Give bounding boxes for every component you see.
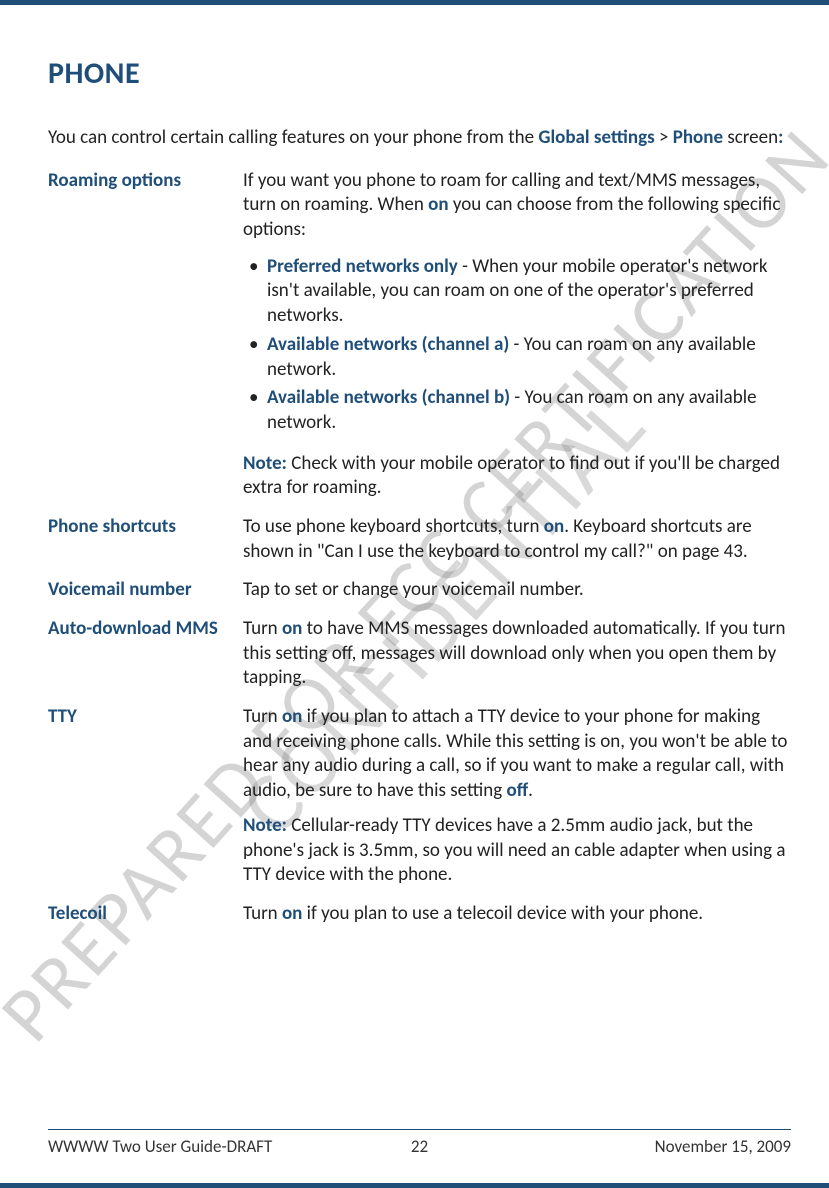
note-label: Note: [243,452,287,475]
voicemail-text: Tap to set or change your voicemail numb… [243,578,791,603]
term-telecoil: Telecoil [48,902,243,927]
note-text: Cellular-ready TTY devices have a 2.5mm … [243,814,786,886]
shortcuts-text: To use phone keyboard shortcuts, turn on… [243,515,791,564]
note-text: Check with your mobile operator to find … [243,452,780,500]
telecoil-text: Turn on if you plan to use a telecoil de… [243,902,791,927]
tty-off: off [507,779,529,802]
note-label: Note: [243,814,287,837]
term-mms: Auto-download MMS [48,617,243,642]
footer-page-number: 22 [411,1136,428,1157]
intro-paragraph: You can control certain calling features… [48,126,791,151]
def-roaming: If you want you phone to roam for callin… [243,169,791,501]
intro-pre: You can control certain calling features… [48,126,538,149]
term-voicemail: Voicemail number [48,578,243,603]
row-telecoil: Telecoil Turn on if you plan to use a te… [48,902,791,927]
row-mms: Auto-download MMS Turn on to have MMS me… [48,617,791,691]
term-tty: TTY [48,705,243,730]
row-roaming: Roaming options If you want you phone to… [48,169,791,501]
term-shortcuts: Phone shortcuts [48,515,243,540]
row-shortcuts: Phone shortcuts To use phone keyboard sh… [48,515,791,564]
telecoil-on: on [282,902,302,925]
def-tty: Turn on if you plan to attach a TTY devi… [243,705,791,888]
shortcuts-pre: To use phone keyboard shortcuts, turn [243,515,544,538]
page-footer: WWWW Two User Guide-DRAFT 22 November 15… [48,1129,791,1157]
roaming-on: on [428,193,448,216]
def-mms: Turn on to have MMS messages downloaded … [243,617,791,691]
term-roaming: Roaming options [48,169,243,194]
list-item: Available networks (channel b) - You can… [243,386,791,435]
mms-pre: Turn [243,617,282,640]
list-item: Preferred networks only - When your mobi… [243,255,791,329]
page-heading: PHONE [48,55,791,92]
link-phone: Phone [673,126,723,149]
roaming-item-label: Available networks (channel b) [267,386,510,409]
telecoil-post: if you plan to use a telecoil device wit… [302,902,703,925]
def-shortcuts: To use phone keyboard shortcuts, turn on… [243,515,791,564]
intro-mid: > [655,126,673,149]
telecoil-pre: Turn [243,902,282,925]
mms-text: Turn on to have MMS messages downloaded … [243,617,791,691]
tty-post: . [528,779,533,802]
footer-right: November 15, 2009 [655,1136,791,1157]
tty-p1: Turn on if you plan to attach a TTY devi… [243,705,791,804]
mms-on: on [282,617,302,640]
intro-post: screen [723,126,778,149]
row-voicemail: Voicemail number Tap to set or change yo… [48,578,791,603]
roaming-lead: If you want you phone to roam for callin… [243,169,791,243]
roaming-list: Preferred networks only - When your mobi… [243,255,791,440]
definition-list: Roaming options If you want you phone to… [48,169,791,927]
link-global-settings: Global settings [538,126,654,149]
mms-post: to have MMS messages downloaded automati… [243,617,785,689]
list-item: Available networks (channel a) - You can… [243,333,791,382]
def-voicemail: Tap to set or change your voicemail numb… [243,578,791,603]
def-telecoil: Turn on if you plan to use a telecoil de… [243,902,791,927]
roaming-item-label: Preferred networks only [267,255,458,278]
row-tty: TTY Turn on if you plan to attach a TTY … [48,705,791,888]
roaming-note: Note: Check with your mobile operator to… [243,452,791,501]
shortcuts-on: on [544,515,564,538]
intro-colon: : [778,126,783,149]
roaming-item-label: Available networks (channel a) [267,333,509,356]
tty-note: Note: Cellular-ready TTY devices have a … [243,814,791,888]
footer-left: WWWW Two User Guide-DRAFT [48,1136,272,1157]
tty-pre: Turn [243,705,282,728]
tty-on: on [282,705,302,728]
